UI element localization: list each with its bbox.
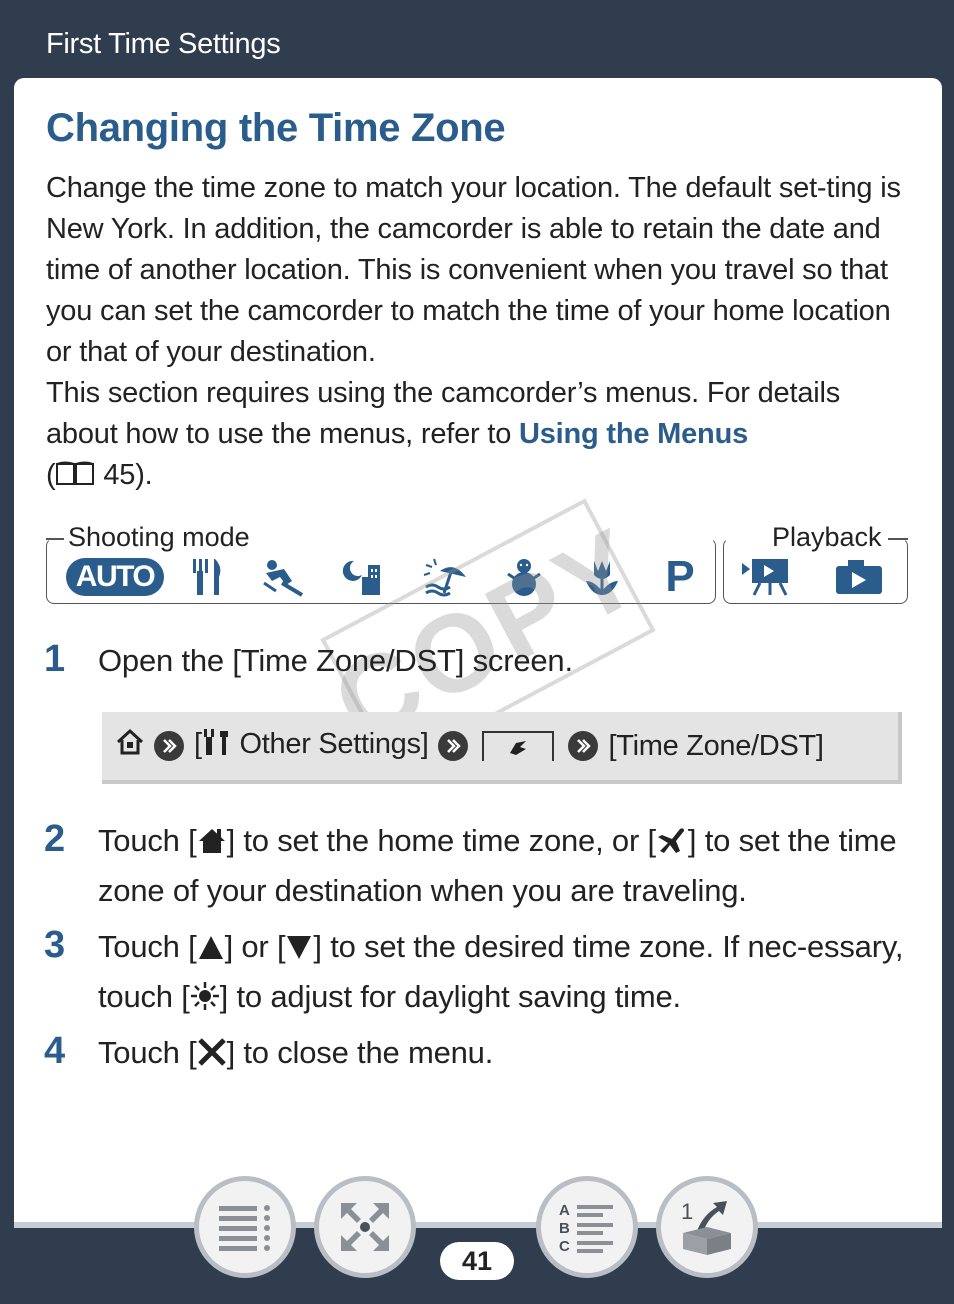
frame-top-right (888, 538, 908, 540)
program-mode-icon: P (665, 552, 695, 601)
other-settings-item[interactable]: [ Other Settings] (194, 727, 429, 765)
step-2-text: Touch [] to set the home time zone, or [… (98, 822, 897, 908)
portrait-icon (188, 556, 228, 598)
step-2-number: 2 (44, 818, 66, 860)
down-triangle-icon (285, 928, 313, 974)
ref-close: ). (135, 459, 153, 491)
page-reference[interactable]: 45 (103, 459, 135, 491)
svg-text:C: C (559, 1238, 570, 1255)
section-title: Changing the Time Zone (46, 106, 506, 150)
sun-dst-icon (190, 978, 220, 1024)
home-menu-icon[interactable] (116, 728, 144, 764)
table-of-contents-button[interactable] (194, 1176, 296, 1278)
page-number: 41 (440, 1242, 514, 1280)
svg-text:B: B (559, 1220, 570, 1237)
step-1-number: 1 (44, 638, 66, 680)
night-scene-icon (340, 556, 388, 598)
time-zone-dst-item[interactable]: [Time Zone/DST] (608, 730, 824, 763)
intro-paragraph-2: This section requires using the camcorde… (46, 373, 916, 499)
movie-playback-icon (740, 556, 792, 598)
up-triangle-icon (197, 928, 225, 974)
home-icon (197, 822, 227, 868)
intro-text: Change the time zone to match your locat… (46, 168, 916, 499)
step-1-text: Open the [Time Zone/DST] screen. (98, 643, 573, 678)
step-3-text: Touch [] or [] to set the desired time z… (98, 924, 918, 1024)
menu-path: [ Other Settings] [Time Zone/DST] (102, 712, 902, 784)
step-4-number: 4 (44, 1030, 66, 1072)
playback-label: Playback (768, 522, 886, 553)
book-icon (55, 458, 95, 499)
sports-icon (262, 556, 308, 598)
fireworks-icon (582, 556, 622, 598)
beach-icon (422, 556, 468, 598)
using-the-menus-link[interactable]: Using the Menus (519, 418, 748, 450)
photo-playback-icon (834, 556, 884, 598)
close-icon (197, 1034, 227, 1080)
abc-index-icon: ABC (559, 1202, 613, 1255)
svg-text:A: A (559, 1202, 570, 1219)
frame-top-left (46, 538, 64, 540)
card-bottom-line (14, 1222, 942, 1228)
snow-icon (504, 556, 544, 598)
shooting-mode-label: Shooting mode (64, 522, 254, 553)
step-3-number: 3 (44, 924, 66, 966)
open-box-arrow-icon: 1 (681, 1199, 731, 1255)
index-button[interactable]: ABC (536, 1176, 638, 1278)
settings-tab-icon[interactable] (482, 731, 555, 761)
intro-paragraph-1: Change the time zone to match your locat… (46, 172, 901, 368)
chevron-right-icon (568, 731, 599, 761)
airplane-icon (656, 822, 688, 868)
ref-open: ( (46, 459, 56, 491)
svg-text:1: 1 (681, 1199, 693, 1224)
step-4-text: Touch [] to close the menu. (98, 1030, 918, 1080)
header-title: First Time Settings (46, 28, 281, 60)
auto-mode-icon: AUTO (65, 556, 165, 598)
wrench-settings-icon (202, 727, 232, 765)
quick-reference-button[interactable] (314, 1176, 416, 1278)
chevron-right-icon (154, 731, 184, 761)
contents-list-icon (219, 1205, 270, 1251)
chevron-right-icon (438, 731, 469, 761)
tasks-button[interactable]: 1 (656, 1176, 758, 1278)
expand-arrows-icon (341, 1203, 389, 1251)
